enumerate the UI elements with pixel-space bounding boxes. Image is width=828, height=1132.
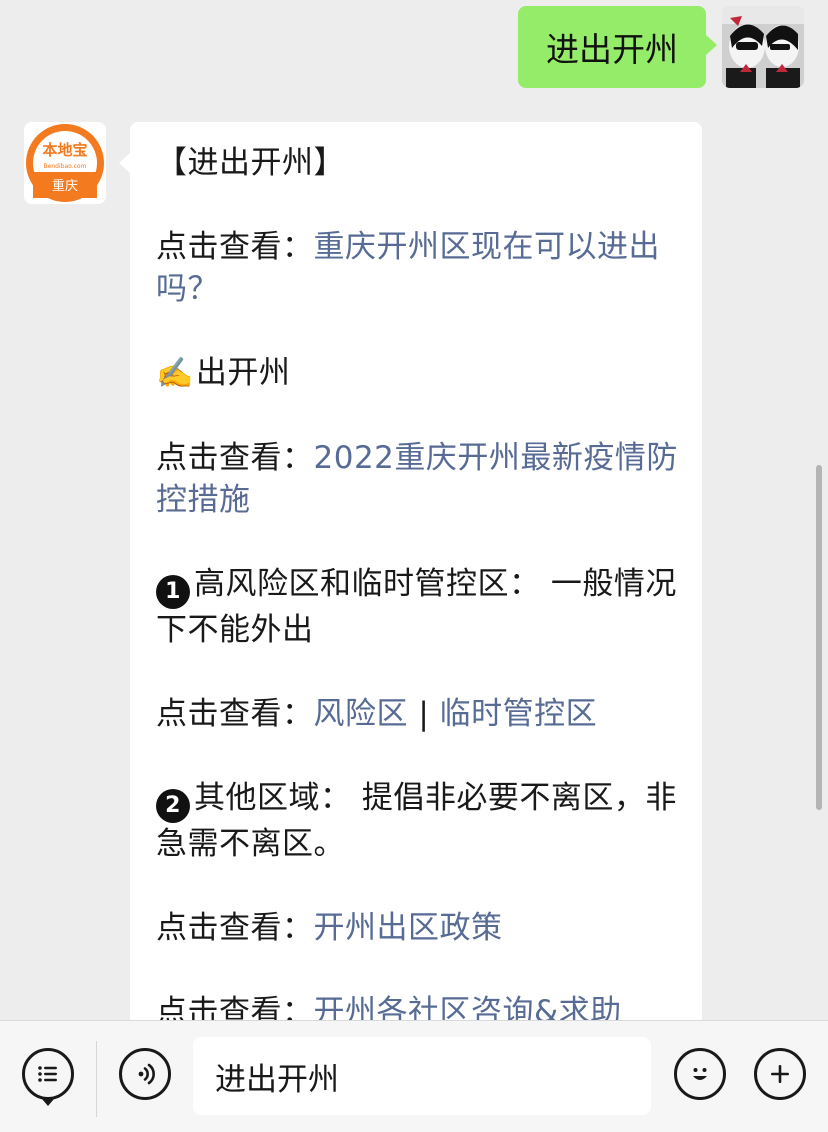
- voice-button[interactable]: [119, 1048, 171, 1100]
- prefix-1: 点击查看：: [156, 229, 314, 265]
- item-high-risk-text: 高风险区和临时管控区： 一般情况下不能外出: [156, 566, 677, 648]
- prefix-3: 点击查看：: [156, 696, 314, 732]
- section-heading-text: 出开州: [195, 355, 291, 391]
- paragraph-check-5: 点击查看：开州各社区咨询&求助: [156, 991, 678, 1020]
- plus-button[interactable]: [754, 1048, 806, 1100]
- writing-hand-icon: ✍️: [156, 356, 194, 391]
- prefix-4: 点击查看：: [156, 910, 314, 946]
- link-temp-control-zone[interactable]: 临时管控区: [440, 696, 598, 732]
- paragraph-check-4: 点击查看：开州出区政策: [156, 907, 678, 949]
- emoji-icon: [693, 1068, 707, 1080]
- bendibao-logo: 本地宝 Bendibao.com 重庆: [24, 122, 106, 204]
- link-risk-zone[interactable]: 风险区: [314, 696, 409, 732]
- menu-caret-icon: [42, 1099, 54, 1106]
- chat-scrollbar[interactable]: [816, 465, 822, 810]
- link-exit-policy[interactable]: 开州出区政策: [314, 910, 503, 946]
- number-two-icon: 2: [156, 789, 190, 823]
- chat-area: 进出开州 本地宝 Bendibao.com 重庆 【进出开州】 点击查看：重庆开…: [0, 0, 828, 1020]
- plus-icon: [771, 1065, 789, 1083]
- paragraph-check-1: 点击查看：重庆开州区现在可以进出吗？: [156, 226, 678, 310]
- item-other-areas-text: 其他区域： 提倡非必要不离区，非急需不离区。: [156, 780, 677, 862]
- bendibao-avatar[interactable]: 本地宝 Bendibao.com 重庆: [24, 122, 106, 204]
- prefix-2: 点击查看：: [156, 440, 314, 476]
- logo-brand: 本地宝: [42, 141, 87, 159]
- message-input-text: 进出开州: [215, 1061, 339, 1098]
- incoming-bubble: 【进出开州】 点击查看：重庆开州区现在可以进出吗？ ✍️出开州 点击查看：202…: [119, 122, 702, 1020]
- input-divider: [96, 1041, 97, 1117]
- outgoing-message: 进出开州: [518, 6, 804, 88]
- prefix-5: 点击查看：: [156, 994, 314, 1020]
- message-title: 【进出开州】: [156, 145, 345, 181]
- outgoing-bubble[interactable]: 进出开州: [518, 6, 717, 88]
- item-high-risk: 1 高风险区和临时管控区： 一般情况下不能外出: [156, 563, 678, 651]
- message-input[interactable]: 进出开州: [193, 1037, 651, 1115]
- user-avatar-image: [722, 6, 804, 88]
- list-menu-icon: [38, 1066, 57, 1082]
- voice-icon: [138, 1063, 155, 1085]
- number-one-icon: 1: [156, 575, 190, 609]
- logo-domain: Bendibao.com: [44, 163, 87, 170]
- item-other-areas: 2 其他区域： 提倡非必要不离区，非急需不离区。: [156, 777, 678, 865]
- link-separator: |: [408, 696, 440, 732]
- emoji-button[interactable]: [674, 1048, 726, 1100]
- paragraph-check-3: 点击查看：风险区 | 临时管控区: [156, 693, 678, 735]
- section-heading: ✍️出开州: [156, 352, 678, 395]
- user-avatar[interactable]: [722, 6, 804, 88]
- logo-city: 重庆: [52, 178, 78, 194]
- link-community-help[interactable]: 开州各社区咨询&求助: [314, 994, 622, 1020]
- paragraph-check-2: 点击查看：2022重庆开州最新疫情防控措施: [156, 437, 678, 521]
- list-menu-button[interactable]: [22, 1048, 74, 1100]
- outgoing-text: 进出开州: [546, 30, 678, 69]
- input-bar: 进出开州: [0, 1020, 828, 1132]
